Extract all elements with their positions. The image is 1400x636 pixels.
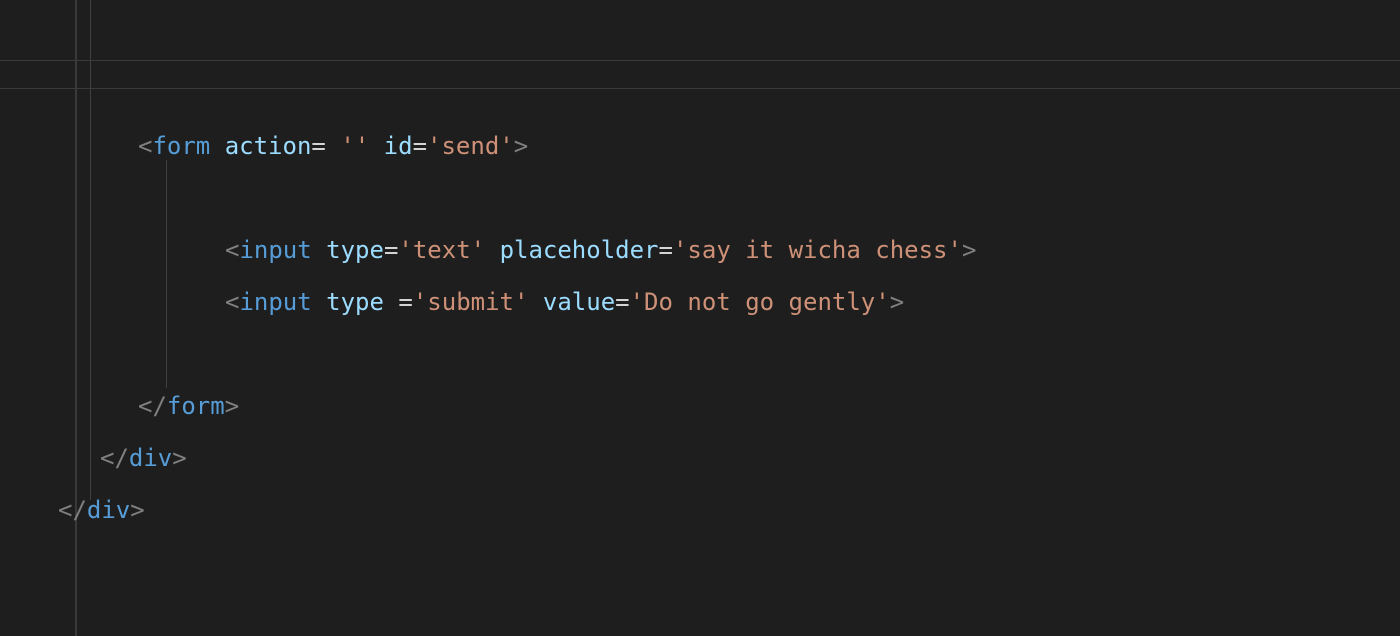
- tag-name: div: [129, 444, 172, 472]
- string-value: 'text': [398, 236, 485, 264]
- attribute-name: action: [225, 132, 312, 160]
- attribute-name: value: [543, 288, 615, 316]
- angle-bracket: >: [130, 496, 144, 524]
- code-line-blank[interactable]: [0, 172, 1400, 224]
- string-value: '': [340, 132, 369, 160]
- attribute-name: id: [384, 132, 413, 160]
- attribute-name: placeholder: [500, 236, 659, 264]
- string-value: 'say it wicha chess': [673, 236, 962, 264]
- angle-bracket: >: [514, 132, 528, 160]
- string-value: 'submit': [413, 288, 529, 316]
- tag-name: form: [152, 132, 210, 160]
- code-line[interactable]: <input type='text' placeholder='say it w…: [0, 224, 1400, 276]
- tag-name: input: [239, 288, 311, 316]
- code-area[interactable]: <form action= '' id='send'> <input type=…: [0, 0, 1400, 636]
- angle-bracket: >: [962, 236, 976, 264]
- tag-name: div: [87, 496, 130, 524]
- angle-bracket: </: [138, 392, 167, 420]
- angle-bracket: >: [225, 392, 239, 420]
- angle-bracket: <: [138, 132, 152, 160]
- tag-name: input: [239, 236, 311, 264]
- code-line[interactable]: <input type ='submit' value='Do not go g…: [0, 276, 1400, 328]
- string-value: 'send': [427, 132, 514, 160]
- attribute-name: type: [326, 236, 384, 264]
- tag-name: form: [167, 392, 225, 420]
- angle-bracket: </: [58, 496, 87, 524]
- code-line-blank[interactable]: [0, 328, 1400, 380]
- angle-bracket: >: [890, 288, 904, 316]
- code-line[interactable]: </div>: [0, 432, 1400, 484]
- angle-bracket: <: [225, 288, 239, 316]
- angle-bracket: >: [172, 444, 186, 472]
- angle-bracket: <: [225, 236, 239, 264]
- code-line[interactable]: <form action= '' id='send'>: [0, 120, 1400, 172]
- code-line[interactable]: </div>: [0, 484, 1400, 536]
- code-editor[interactable]: <form action= '' id='send'> <input type=…: [0, 0, 1400, 636]
- angle-bracket: </: [100, 444, 129, 472]
- code-line[interactable]: </form>: [0, 380, 1400, 432]
- string-value: 'Do not go gently': [630, 288, 890, 316]
- attribute-name: type: [326, 288, 384, 316]
